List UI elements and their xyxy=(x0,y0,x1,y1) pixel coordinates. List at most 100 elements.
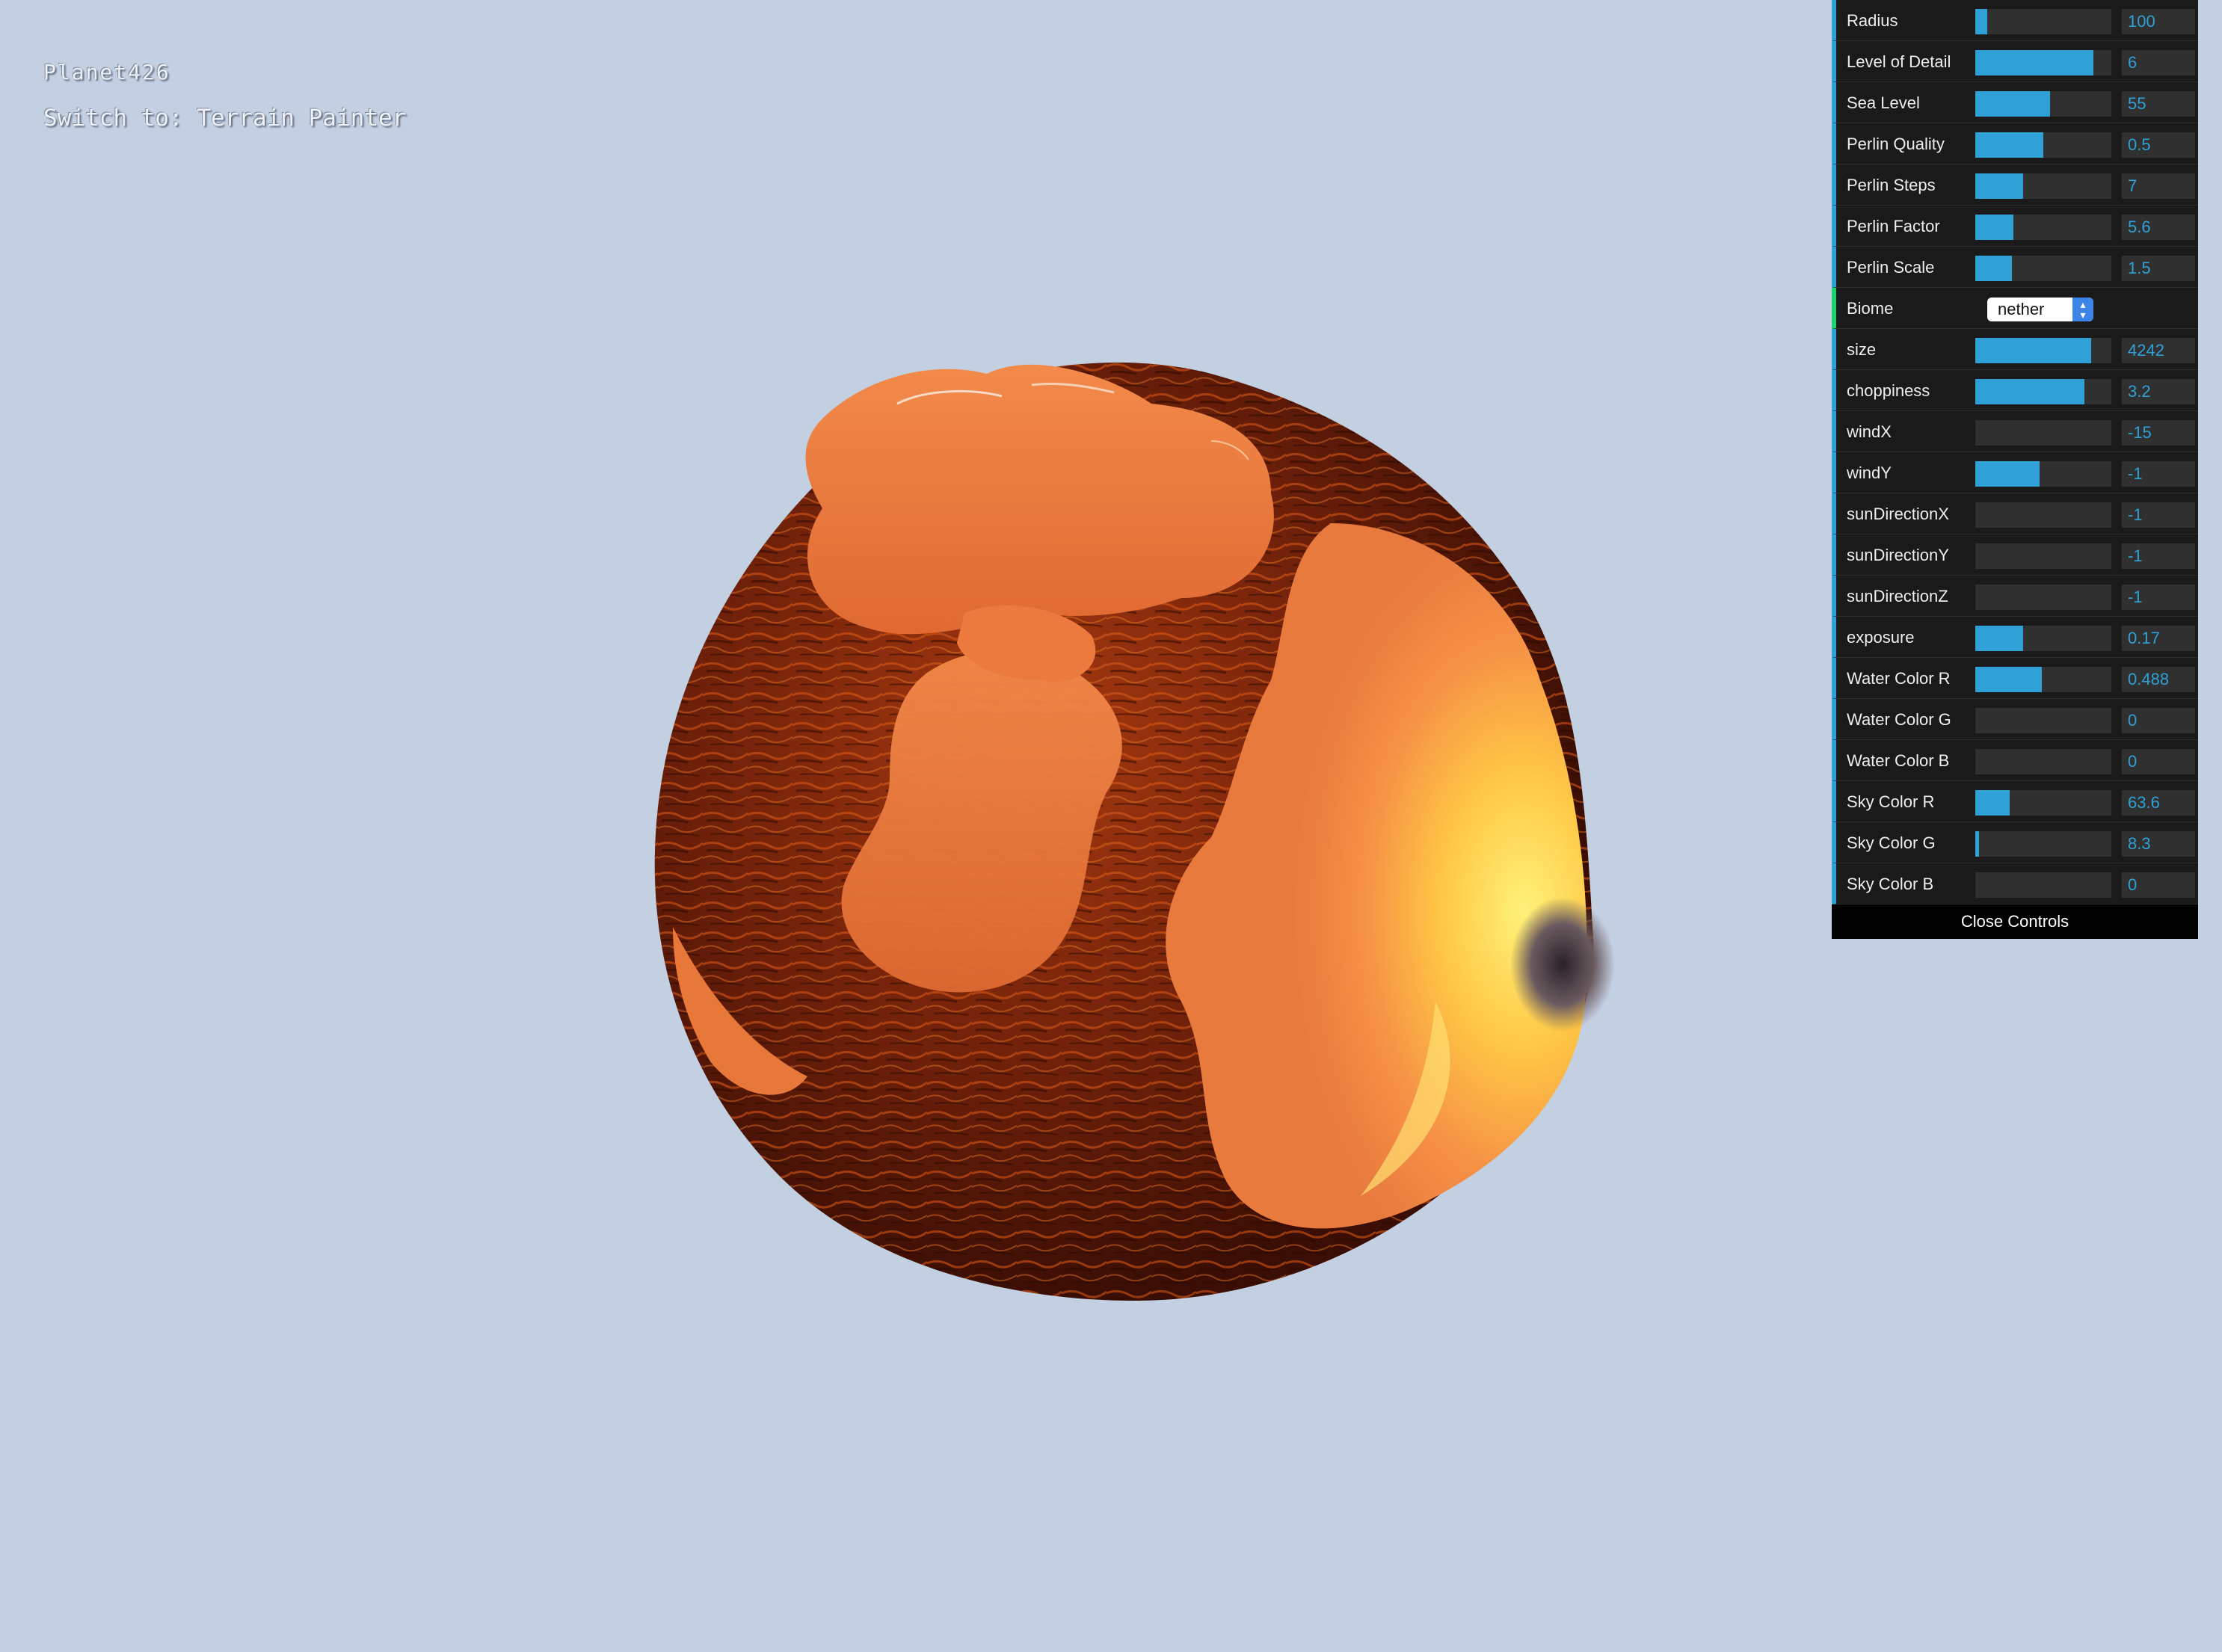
switch-mode-link[interactable]: Switch to: Terrain Painter xyxy=(43,105,406,132)
slider[interactable] xyxy=(1975,708,2111,733)
slider-fill xyxy=(1975,831,1980,857)
close-controls-button[interactable]: Close Controls xyxy=(1832,904,2198,939)
value-input[interactable]: 6 xyxy=(2122,50,2195,75)
slider[interactable] xyxy=(1975,502,2111,528)
control-label: choppiness xyxy=(1847,381,1930,400)
control-label: Radius xyxy=(1847,11,1898,30)
select-arrows-icon: ▴ ▾ xyxy=(2072,298,2093,321)
slider-fill xyxy=(1975,132,2043,158)
control-label: windY xyxy=(1847,463,1892,482)
control-row: Sky Color R 63.6 xyxy=(1832,781,2198,822)
control-row: Water Color B 0 xyxy=(1832,740,2198,781)
control-label: Sky Color B xyxy=(1847,875,1934,893)
slider[interactable] xyxy=(1975,790,2111,816)
slider[interactable] xyxy=(1975,872,2111,898)
value-input[interactable]: 8.3 xyxy=(2122,831,2195,857)
slider-fill xyxy=(1975,790,2010,816)
value-input[interactable]: -1 xyxy=(2122,461,2195,487)
control-label: Sea Level xyxy=(1847,93,1920,112)
control-label: Sky Color R xyxy=(1847,792,1935,811)
switch-target[interactable]: Terrain Painter xyxy=(197,105,406,132)
value-input[interactable]: -15 xyxy=(2122,420,2195,446)
value-input[interactable]: -1 xyxy=(2122,585,2195,610)
slider[interactable] xyxy=(1975,256,2111,281)
value-input[interactable]: -1 xyxy=(2122,543,2195,569)
value-input[interactable]: 3.2 xyxy=(2122,379,2195,404)
value-input[interactable]: 4242 xyxy=(2122,338,2195,363)
slider-fill xyxy=(1975,379,2084,404)
slider-fill xyxy=(1975,50,2094,75)
control-row: Water Color R 0.488 xyxy=(1832,658,2198,699)
value-input[interactable]: -1 xyxy=(2122,502,2195,528)
slider[interactable] xyxy=(1975,91,2111,117)
slider[interactable] xyxy=(1975,626,2111,651)
control-label: Water Color B xyxy=(1847,751,1950,770)
slider-fill xyxy=(1975,173,2023,199)
slider-fill xyxy=(1975,215,2013,240)
render-viewport[interactable]: Planet426 Switch to: Terrain Painter Rad… xyxy=(0,0,2222,1652)
slider[interactable] xyxy=(1975,831,2111,857)
slider[interactable] xyxy=(1975,461,2111,487)
controls-panel: Radius 100 Level of Detail 6 Sea Level 55 Perl… xyxy=(1832,0,2198,939)
control-row: sunDirectionY -1 xyxy=(1832,534,2198,576)
switch-prefix: Switch to: xyxy=(43,105,183,132)
control-label: Perlin Steps xyxy=(1847,176,1936,194)
control-label: sunDirectionZ xyxy=(1847,587,1948,605)
value-input[interactable]: 7 xyxy=(2122,173,2195,199)
slider[interactable] xyxy=(1975,420,2111,446)
slider[interactable] xyxy=(1975,543,2111,569)
slider-fill xyxy=(1975,91,2051,117)
value-input[interactable]: 100 xyxy=(2122,9,2195,34)
control-row: windY -1 xyxy=(1832,452,2198,493)
control-label: Sky Color G xyxy=(1847,833,1936,852)
control-label: Perlin Factor xyxy=(1847,217,1940,235)
slider[interactable] xyxy=(1975,9,2111,34)
slider[interactable] xyxy=(1975,749,2111,774)
slider[interactable] xyxy=(1975,215,2111,240)
value-input[interactable]: 63.6 xyxy=(2122,790,2195,816)
control-label: size xyxy=(1847,340,1877,359)
slider[interactable] xyxy=(1975,173,2111,199)
control-row: exposure 0.17 xyxy=(1832,617,2198,658)
control-label: Level of Detail xyxy=(1847,52,1951,71)
slider[interactable] xyxy=(1975,132,2111,158)
control-row: sunDirectionZ -1 xyxy=(1832,576,2198,617)
biome-select[interactable]: nether ▴ ▾ xyxy=(1987,298,2093,321)
control-row: windX -15 xyxy=(1832,411,2198,452)
value-input[interactable]: 5.6 xyxy=(2122,215,2195,240)
control-row: Perlin Steps 7 xyxy=(1832,164,2198,206)
control-row: Perlin Quality 0.5 xyxy=(1832,123,2198,164)
control-label: Water Color R xyxy=(1847,669,1951,688)
value-input[interactable]: 0.17 xyxy=(2122,626,2195,651)
control-label: Perlin Scale xyxy=(1847,258,1935,277)
slider[interactable] xyxy=(1975,667,2111,692)
value-input[interactable]: 0 xyxy=(2122,749,2195,774)
value-input[interactable]: 1.5 xyxy=(2122,256,2195,281)
control-label: Perlin Quality xyxy=(1847,135,1945,153)
slider[interactable] xyxy=(1975,50,2111,75)
value-input[interactable]: 0 xyxy=(2122,708,2195,733)
slider[interactable] xyxy=(1975,379,2111,404)
value-input[interactable]: 0.5 xyxy=(2122,132,2195,158)
control-row: size 4242 xyxy=(1832,329,2198,370)
control-row: Sky Color B 0 xyxy=(1832,863,2198,904)
slider-fill xyxy=(1975,626,2023,651)
slider-fill xyxy=(1975,338,2091,363)
control-row: Sea Level 55 xyxy=(1832,82,2198,123)
app-title: Planet426 xyxy=(43,60,170,84)
value-input[interactable]: 0.488 xyxy=(2122,667,2195,692)
slider-fill xyxy=(1975,9,1988,34)
planet-render[interactable] xyxy=(613,329,1645,1331)
biome-select-value: nether xyxy=(1998,300,2045,318)
control-row: Perlin Factor 5.6 xyxy=(1832,206,2198,247)
control-row: Sky Color G 8.3 xyxy=(1832,822,2198,863)
control-row: Water Color G 0 xyxy=(1832,699,2198,740)
control-label: Biome xyxy=(1847,299,1894,318)
slider-fill xyxy=(1975,256,2013,281)
value-input[interactable]: 0 xyxy=(2122,872,2195,898)
control-label: windX xyxy=(1847,422,1892,441)
control-label: sunDirectionX xyxy=(1847,505,1949,523)
value-input[interactable]: 55 xyxy=(2122,91,2195,117)
slider[interactable] xyxy=(1975,338,2111,363)
slider[interactable] xyxy=(1975,585,2111,610)
